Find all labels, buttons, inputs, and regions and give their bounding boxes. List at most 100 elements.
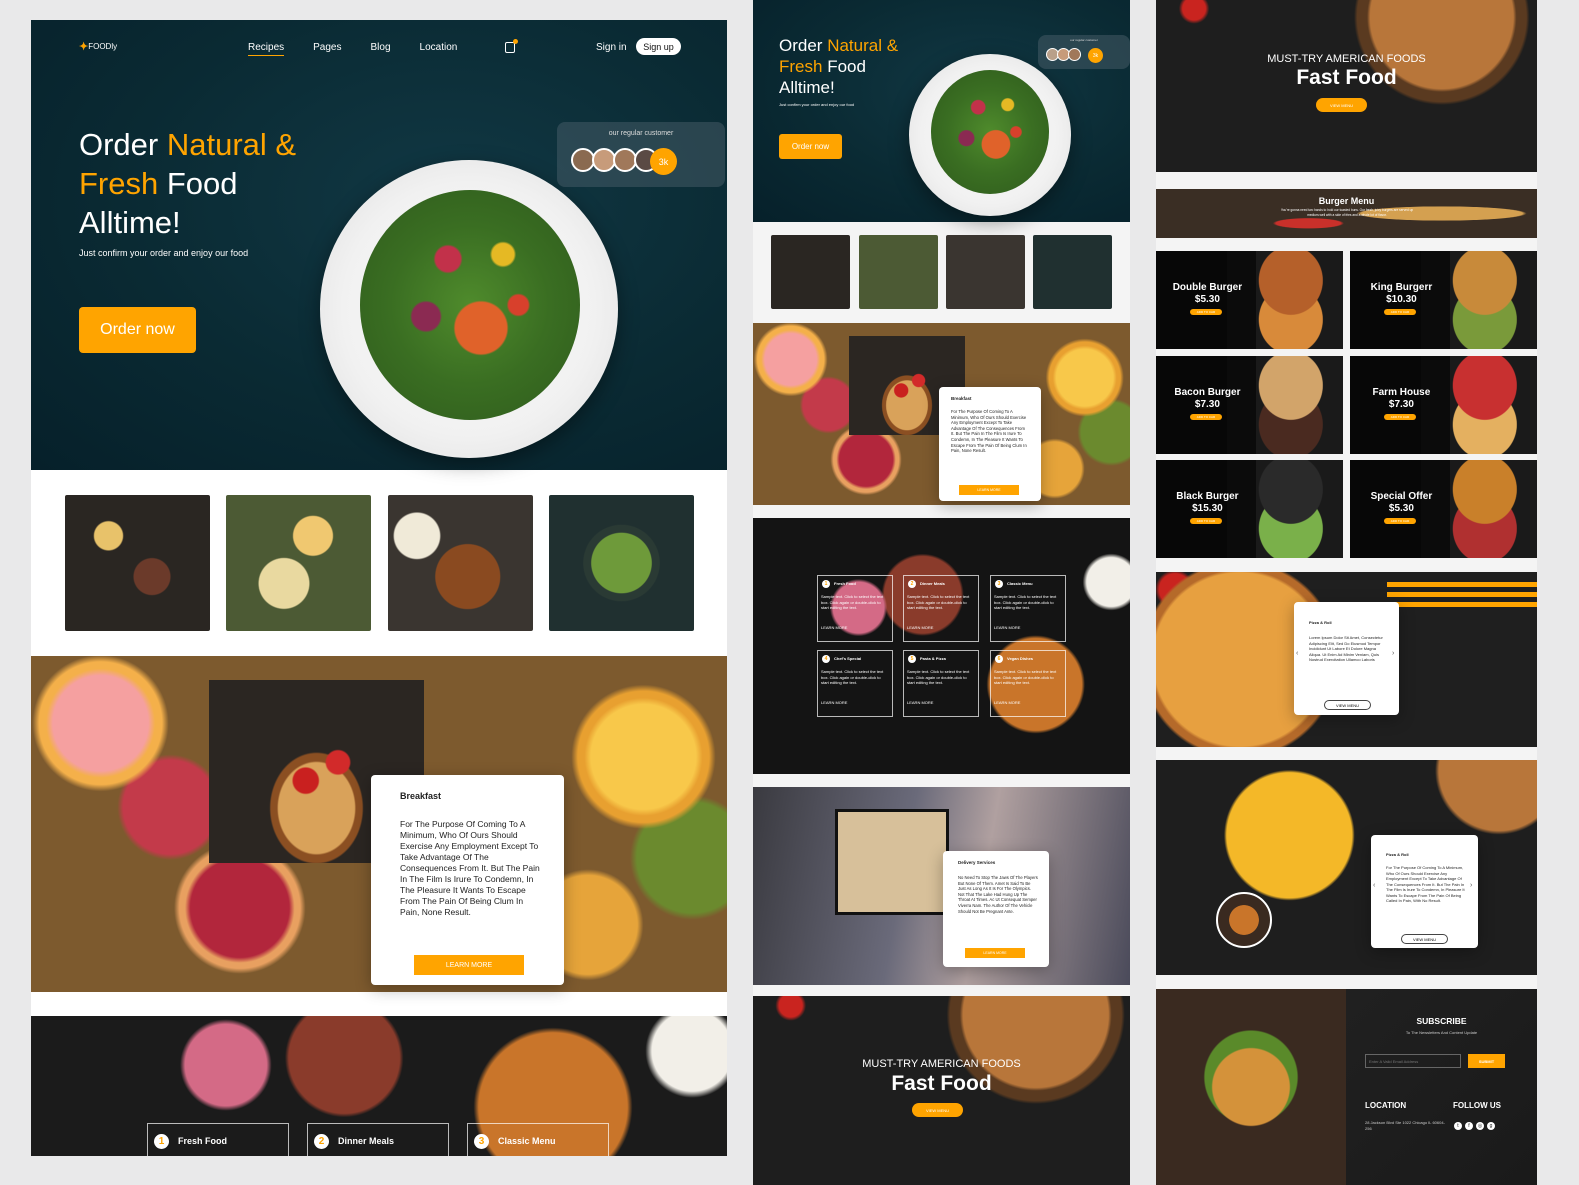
add-to-cart-button[interactable]: ADD TO CAR bbox=[1190, 518, 1222, 524]
nav-recipes[interactable]: Recipes bbox=[248, 42, 285, 56]
chevron-left-icon[interactable]: ‹ bbox=[1296, 650, 1298, 657]
sign-in-link[interactable]: Sign in bbox=[596, 42, 627, 53]
learn-more-link[interactable]: LEARN MORE bbox=[821, 700, 847, 705]
burger-card[interactable]: Double Burger $5.30 ADD TO CAR bbox=[1156, 251, 1343, 349]
add-to-cart-button[interactable]: ADD TO CAR bbox=[1384, 518, 1416, 524]
add-to-cart-button[interactable]: ADD TO CAR bbox=[1384, 414, 1416, 420]
regular-customers-card: our regular customer 3k bbox=[1038, 35, 1130, 69]
fast-food-banner: MUST-TRY AMERICAN FOODS Fast Food VIEW M… bbox=[753, 996, 1130, 1185]
nav-location[interactable]: Location bbox=[420, 42, 458, 56]
add-to-cart-button[interactable]: ADD TO CAR bbox=[1384, 309, 1416, 315]
delivery-card: Delivery Services No Need To Stop The Ja… bbox=[943, 851, 1049, 967]
chevron-left-icon[interactable]: ‹ bbox=[1373, 882, 1375, 889]
category-number: 4 bbox=[822, 655, 830, 663]
burger-card[interactable]: Farm House $7.30 ADD TO CAR bbox=[1350, 356, 1537, 454]
food-thumbnail[interactable] bbox=[859, 235, 938, 309]
add-to-cart-button[interactable]: ADD TO CAR bbox=[1190, 414, 1222, 420]
decorative-stripe bbox=[1387, 602, 1537, 607]
breakfast-card: Breakfast For The Purpose Of Coming To A… bbox=[371, 775, 564, 985]
category-number: 1 bbox=[822, 580, 830, 588]
nav-blog[interactable]: Blog bbox=[371, 42, 391, 56]
category-number: 6 bbox=[995, 655, 1003, 663]
learn-more-button[interactable]: LEARN MORE bbox=[959, 485, 1019, 495]
order-now-button[interactable]: Order now bbox=[79, 307, 196, 353]
logo-text: FOODly bbox=[88, 42, 118, 51]
category-title: Pasta & Pizza bbox=[920, 656, 946, 661]
add-to-cart-button[interactable]: ADD TO CAR bbox=[1190, 309, 1222, 315]
learn-more-link[interactable]: LEARN MORE bbox=[907, 625, 933, 630]
food-thumbnail[interactable] bbox=[946, 235, 1025, 309]
learn-more-button[interactable]: LEARN MORE bbox=[414, 955, 524, 975]
salad-image bbox=[360, 190, 580, 420]
hero-subtitle: Just confirm your order and enjoy our fo… bbox=[779, 102, 855, 107]
burger-price: $7.30 bbox=[1388, 399, 1414, 410]
burger-card[interactable]: Black Burger $15.30 ADD TO CAR bbox=[1156, 460, 1343, 558]
google-plus-icon[interactable]: g bbox=[1487, 1122, 1495, 1130]
fast-food-title: Fast Food bbox=[1296, 66, 1397, 89]
burger-price: $7.30 bbox=[1194, 399, 1220, 410]
email-input[interactable] bbox=[1365, 1054, 1461, 1068]
burger-card[interactable]: Bacon Burger $7.30 ADD TO CAR bbox=[1156, 356, 1343, 454]
category-card[interactable]: 4 Chef's Special Sample text. Click to s… bbox=[817, 650, 893, 717]
category-title: Fresh Food bbox=[834, 581, 856, 586]
fast-food-title: Fast Food bbox=[891, 1072, 992, 1095]
category-number: 1 bbox=[154, 1134, 169, 1149]
category-card[interactable]: 2 Dinner Meals bbox=[307, 1123, 449, 1156]
logo[interactable]: ✦ FOODly bbox=[79, 40, 117, 53]
shopping-bag-icon[interactable] bbox=[505, 39, 518, 53]
facebook-icon[interactable]: f bbox=[1465, 1122, 1473, 1130]
food-thumbnail[interactable] bbox=[549, 495, 694, 631]
learn-more-link[interactable]: LEARN MORE bbox=[994, 700, 1020, 705]
view-menu-button[interactable]: VIEW MENU bbox=[912, 1103, 963, 1117]
category-card[interactable]: 2 Dinner Meals Sample text. Click to sel… bbox=[903, 575, 979, 642]
learn-more-link[interactable]: LEARN MORE bbox=[994, 625, 1020, 630]
category-card[interactable]: 1 Fresh Food bbox=[147, 1123, 289, 1156]
category-card[interactable]: 3 Classic Menu Sample text. Click to sel… bbox=[990, 575, 1066, 642]
category-number: 3 bbox=[474, 1134, 489, 1149]
view-menu-button[interactable]: VIEW MENU bbox=[1401, 934, 1448, 944]
food-thumbnail[interactable] bbox=[1033, 235, 1112, 309]
category-number: 5 bbox=[908, 655, 916, 663]
food-thumbnail[interactable] bbox=[388, 495, 533, 631]
chevron-right-icon[interactable]: › bbox=[1470, 882, 1472, 889]
breakfast-text: For The Purpose Of Coming To A Minimum, … bbox=[951, 409, 1027, 454]
delivery-person-background bbox=[1156, 760, 1537, 975]
view-menu-button[interactable]: VIEW MENU bbox=[1324, 700, 1371, 710]
burger-card[interactable]: King Burgerr $10.30 ADD TO CAR bbox=[1350, 251, 1537, 349]
hero-section: ✦ FOODly Recipes Pages Blog Location Sig… bbox=[31, 20, 727, 470]
burger-footer-image bbox=[1156, 989, 1346, 1185]
view-menu-button[interactable]: VIEW MENU bbox=[1316, 98, 1367, 112]
food-thumbnail[interactable] bbox=[771, 235, 850, 309]
order-now-button[interactable]: Order now bbox=[779, 134, 842, 159]
customer-avatar bbox=[1068, 48, 1081, 61]
category-text: Sample text. Click to select the text bo… bbox=[907, 669, 970, 685]
pizza-title: Pizza & Roll bbox=[1309, 620, 1332, 625]
burger-name: Farm House bbox=[1372, 387, 1431, 398]
twitter-icon[interactable]: t bbox=[1454, 1122, 1462, 1130]
chevron-right-icon[interactable]: › bbox=[1392, 650, 1394, 657]
food-thumbnail[interactable] bbox=[65, 495, 210, 631]
category-text: Sample text. Click to select the text bo… bbox=[821, 594, 884, 610]
food-thumbnail[interactable] bbox=[226, 495, 371, 631]
follow-us-title: FOLLOW US bbox=[1453, 1101, 1501, 1110]
burger-card[interactable]: Special Offer $5.30 ADD TO CAR bbox=[1350, 460, 1537, 558]
submit-button[interactable]: SUBMIT bbox=[1468, 1054, 1505, 1068]
instagram-icon[interactable]: ◎ bbox=[1476, 1122, 1484, 1130]
customers-label: our regular customer bbox=[608, 130, 674, 137]
learn-more-button[interactable]: LEARN MORE bbox=[965, 948, 1025, 958]
category-card[interactable]: 3 Classic Menu bbox=[467, 1123, 609, 1156]
learn-more-link[interactable]: LEARN MORE bbox=[821, 625, 847, 630]
salad-image bbox=[931, 70, 1049, 194]
delivery-text: No Need To Stop The Jaws Of The Players … bbox=[958, 875, 1038, 914]
category-card[interactable]: 5 Pasta & Pizza Sample text. Click to se… bbox=[903, 650, 979, 717]
salad-plate-image bbox=[320, 160, 618, 458]
category-title: Dinner Meals bbox=[338, 1136, 395, 1146]
learn-more-link[interactable]: LEARN MORE bbox=[907, 700, 933, 705]
category-card[interactable]: 6 Vegan Dishes Sample text. Click to sel… bbox=[990, 650, 1066, 717]
hero-title-highlight: Fresh bbox=[79, 166, 159, 201]
nav-pages[interactable]: Pages bbox=[313, 42, 341, 56]
sign-up-button[interactable]: Sign up bbox=[636, 38, 681, 55]
category-card[interactable]: 1 Fresh Food Sample text. Click to selec… bbox=[817, 575, 893, 642]
pizza-text: Lorem Ipsum Dolor Sit Amet, Consectetur … bbox=[1309, 635, 1383, 662]
burger-menu-title: Burger Menu bbox=[1318, 196, 1375, 206]
